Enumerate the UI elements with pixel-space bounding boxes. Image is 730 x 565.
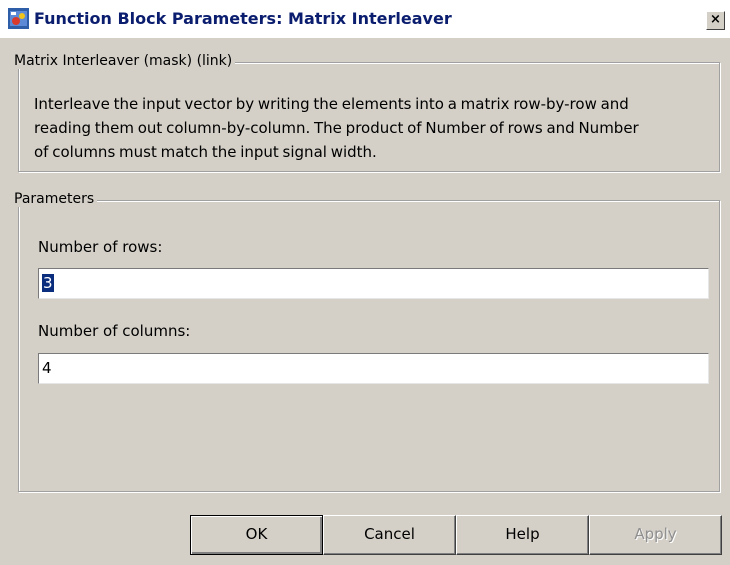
help-button[interactable]: Help <box>456 515 589 555</box>
description-line: of columns must match the input signal w… <box>34 143 377 161</box>
cancel-button[interactable]: Cancel <box>323 515 456 555</box>
description-group-label: Matrix Interleaver (mask) (link) <box>12 53 236 69</box>
close-button[interactable]: × <box>706 11 725 30</box>
number-of-rows-value: 3 <box>42 274 54 292</box>
description-line: reading them out column-by-column. The p… <box>34 119 639 137</box>
close-icon: × <box>710 12 721 27</box>
simulink-block-icon <box>8 8 29 29</box>
parameters-group-label: Parameters <box>12 191 98 207</box>
number-of-columns-label: Number of columns: <box>38 322 191 340</box>
number-of-rows-input[interactable]: 3 <box>38 268 709 299</box>
window-title: Function Block Parameters: Matrix Interl… <box>34 9 452 28</box>
apply-button[interactable]: Apply <box>589 515 722 555</box>
description-line: Interleave the input vector by writing t… <box>34 95 629 113</box>
title-bar: Function Block Parameters: Matrix Interl… <box>0 0 730 38</box>
number-of-columns-value: 4 <box>42 359 52 377</box>
number-of-columns-input[interactable]: 4 <box>38 353 709 384</box>
ok-button[interactable]: OK <box>190 515 323 555</box>
number-of-rows-label: Number of rows: <box>38 238 163 256</box>
block-description: Interleave the input vector by writing t… <box>34 92 724 164</box>
